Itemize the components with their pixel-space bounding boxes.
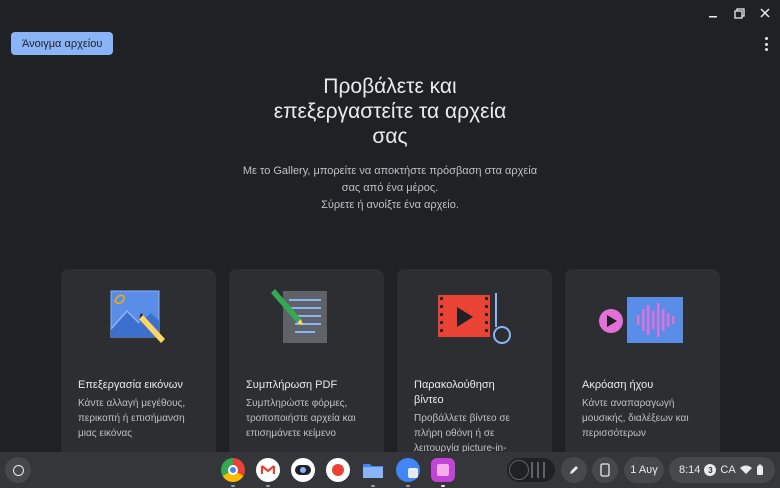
translate-app-icon[interactable] xyxy=(396,458,420,487)
camera-app-icon[interactable] xyxy=(291,458,315,482)
card-desc: πλήρη οθόνη ή σε xyxy=(414,428,495,439)
feature-cards: Επεξεργασία εικόνων Κάντε αλλαγή μεγέθου… xyxy=(61,269,720,459)
subtitle-line: Με το Gallery, μπορείτε να αποκτήστε πρό… xyxy=(242,165,538,177)
toggle-knob xyxy=(509,460,529,480)
clock-label: 8:14 xyxy=(679,464,701,476)
status-tray[interactable]: 8:14 3 CA xyxy=(669,457,775,483)
video-play-icon xyxy=(437,293,511,344)
card-title: Ακρόαση ήχου xyxy=(582,379,654,391)
shelf: 1 Αυγ 8:14 3 CA xyxy=(0,452,780,488)
card-title-line: βίντεο xyxy=(414,394,444,406)
tote-toggle[interactable] xyxy=(507,458,555,482)
ime-label: CA xyxy=(720,464,736,476)
wifi-icon xyxy=(739,465,752,474)
gallery-app-icon[interactable] xyxy=(431,458,455,487)
feature-card-audio: Ακρόαση ήχου Κάντε αναπαραγωγή μουσικής,… xyxy=(565,269,720,459)
restore-icon[interactable] xyxy=(732,6,746,20)
date-label: 1 Αυγ xyxy=(630,464,658,476)
card-title: Επεξεργασία εικόνων xyxy=(78,379,183,391)
card-desc: μιας εικόνας xyxy=(78,428,133,439)
subtitle-line: Σύρετε ή ανοίξτε ένα αρχείο. xyxy=(321,199,459,211)
launcher-icon xyxy=(12,464,24,476)
chrome-icon[interactable] xyxy=(221,458,245,487)
battery-icon xyxy=(756,464,763,475)
card-desc: μουσικής, διαλέξεων και xyxy=(582,413,689,424)
card-desc: επισημάνετε κείμενο xyxy=(246,428,336,439)
card-desc: Συμπληρώστε φόρμες, xyxy=(246,398,348,409)
open-file-button[interactable]: Άνοιγμα αρχείου xyxy=(11,32,114,55)
pdf-fill-icon xyxy=(270,289,327,343)
title-line: Προβάλετε και xyxy=(323,75,457,98)
audio-play-icon xyxy=(598,297,683,343)
subtitle-line: σας από ένα μέρος. xyxy=(341,182,439,194)
phone-hub-button[interactable] xyxy=(592,457,618,483)
card-desc: Προβάλλετε βίντεο σε xyxy=(414,413,511,424)
feature-card-pdf: Συμπλήρωση PDF Συμπληρώστε φόρμες, τροπο… xyxy=(229,269,384,459)
title-line: σας xyxy=(372,125,408,148)
pen-icon xyxy=(570,466,578,474)
image-edit-icon xyxy=(109,290,165,343)
pinned-apps xyxy=(221,458,455,487)
card-title: Συμπλήρωση PDF xyxy=(246,379,338,391)
launcher-button[interactable] xyxy=(5,457,31,483)
page-subtitle: Με το Gallery, μπορείτε να αποκτήστε πρό… xyxy=(190,163,590,214)
title-line: επεξεργαστείτε τα αρχεία xyxy=(273,100,507,123)
notification-badge: 3 xyxy=(704,464,717,476)
card-desc: Κάντε αναπαραγωγή xyxy=(582,398,675,409)
card-title: Παρακολούθηση βίντεο xyxy=(414,378,544,408)
feature-card-image-edit: Επεξεργασία εικόνων Κάντε αλλαγή μεγέθου… xyxy=(61,269,216,459)
gmail-icon[interactable] xyxy=(256,458,280,487)
files-app-icon[interactable] xyxy=(361,458,385,487)
page-title: Προβάλετε και επεξεργαστείτε τα αρχεία σ… xyxy=(190,74,590,149)
card-desc: Κάντε αλλαγή μεγέθους, xyxy=(78,398,186,409)
podcast-app-icon[interactable] xyxy=(326,458,350,482)
card-desc: περικοπή ή επισήμανση xyxy=(78,413,185,424)
feature-card-video: Παρακολούθηση βίντεο Προβάλλετε βίντεο σ… xyxy=(397,269,552,459)
stylus-tools-button[interactable] xyxy=(561,457,587,483)
card-desc: τροποποιήστε αρχεία και xyxy=(246,413,356,424)
card-title-line: Παρακολούθηση xyxy=(414,379,495,391)
minimize-icon[interactable] xyxy=(706,6,720,20)
date-tray[interactable]: 1 Αυγ xyxy=(624,457,664,483)
phone-icon xyxy=(600,463,610,477)
close-icon[interactable] xyxy=(758,6,772,20)
card-desc: περισσότερων xyxy=(582,428,646,439)
window-controls xyxy=(706,6,772,20)
more-options-icon[interactable] xyxy=(763,37,769,51)
